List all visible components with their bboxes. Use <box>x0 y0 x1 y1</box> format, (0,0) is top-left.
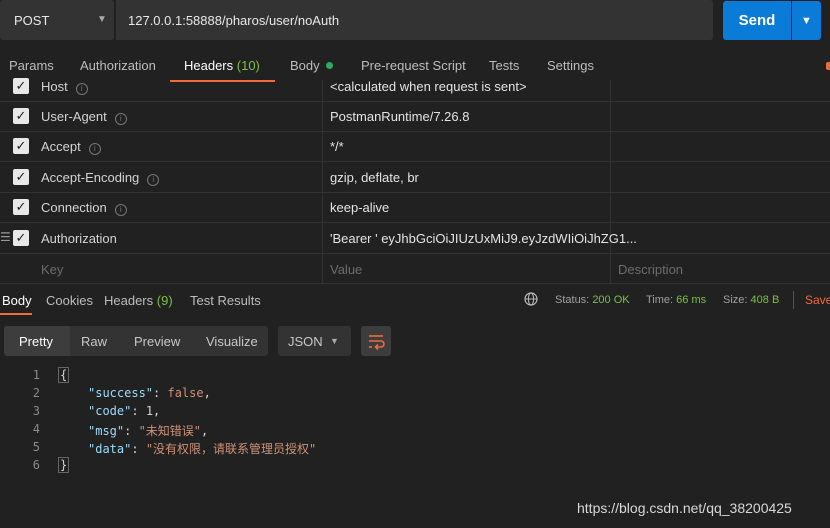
table-row: ✓ Host i <calculated when request is sent… <box>0 71 830 102</box>
chevron-down-icon: ▼ <box>330 336 339 346</box>
info-icon: i <box>88 143 101 155</box>
json-line: "code": 1, <box>88 404 161 418</box>
wrap-lines-icon <box>369 335 385 351</box>
chevron-down-icon: ▼ <box>801 14 812 27</box>
header-value: keep-alive <box>330 200 390 215</box>
format-label: JSON <box>288 333 323 349</box>
new-key-input[interactable]: Key <box>41 262 63 277</box>
json-line: "msg": "未知错误", <box>88 424 209 438</box>
info-icon: i <box>114 204 127 216</box>
header-key: Host i <box>41 79 88 95</box>
url-text: 127.0.0.1:58888/pharos/user/noAuth <box>128 12 340 28</box>
view-tab-pretty[interactable]: Pretty <box>19 334 53 349</box>
size-label: Size: <box>723 294 748 306</box>
response-tab-body[interactable]: Body <box>2 293 32 308</box>
header-value: PostmanRuntime/7.26.8 <box>330 109 470 124</box>
json-line: "success": false, <box>88 386 211 400</box>
table-row-new: Key Value Description <box>0 253 830 284</box>
size-info: Size: 408 B <box>723 294 779 306</box>
response-tab-test-results[interactable]: Test Results <box>190 293 261 308</box>
response-tab-cookies[interactable]: Cookies <box>46 293 93 308</box>
globe-icon[interactable] <box>524 292 538 306</box>
view-tab-raw[interactable]: Raw <box>81 334 107 349</box>
header-key: User-Agent i <box>41 109 127 125</box>
line-number: 6 <box>32 458 40 472</box>
size-value: 408 B <box>750 294 780 306</box>
time-value: 66 ms <box>676 294 707 306</box>
table-row: ✓ Accept i */* <box>0 131 830 162</box>
header-checkbox[interactable]: ✓ <box>13 199 29 215</box>
line-number: 1 <box>32 368 40 382</box>
wrap-lines-button[interactable] <box>361 326 391 356</box>
table-row: ✓ Accept-Encoding i gzip, deflate, br <box>0 162 830 193</box>
header-key: Accept i <box>41 139 101 155</box>
header-checkbox[interactable]: ✓ <box>13 138 29 154</box>
response-tab-headers[interactable]: Headers (9) <box>104 293 173 308</box>
time-label: Time: <box>646 294 674 306</box>
active-tab-indicator <box>0 313 32 315</box>
view-tab-preview[interactable]: Preview <box>134 334 180 349</box>
header-checkbox[interactable]: ✓ <box>13 169 29 185</box>
chevron-down-icon: ▼ <box>97 14 107 25</box>
status-value: 200 OK <box>592 294 630 306</box>
response-tab-headers-label: Headers <box>104 293 154 308</box>
header-value: */* <box>330 139 344 154</box>
header-key: Accept-Encoding i <box>41 170 160 186</box>
send-dropdown-button[interactable]: ▼ <box>792 1 821 40</box>
line-number: 5 <box>32 440 40 454</box>
table-row: ☰ ✓ Authorization 'Bearer ' eyJhbGciOiJI… <box>0 223 830 254</box>
json-open-brace: { <box>58 367 70 383</box>
view-tab-visualize[interactable]: Visualize <box>206 334 258 349</box>
response-tab-headers-count: (9) <box>156 293 173 308</box>
json-close-brace: } <box>58 457 70 473</box>
status-label: Status: <box>555 294 590 306</box>
header-value: 'Bearer ' eyJhbGciOiJIUzUxMiJ9.eyJzdWIiO… <box>330 231 637 246</box>
header-checkbox[interactable]: ✓ <box>13 230 29 246</box>
send-button[interactable]: Send <box>723 1 791 40</box>
new-description-input[interactable]: Description <box>618 262 683 277</box>
header-value: <calculated when request is sent> <box>330 79 527 94</box>
table-row: ✓ Connection i keep-alive <box>0 192 830 223</box>
divider <box>793 291 794 309</box>
time-info: Time: 66 ms <box>646 294 706 306</box>
status-info: Status: 200 OK <box>555 294 630 306</box>
header-value: gzip, deflate, br <box>330 170 419 185</box>
header-key: Connection i <box>41 200 127 216</box>
json-line: "data": "没有权限，请联系管理员授权" <box>88 442 317 456</box>
cookies-link-edge[interactable] <box>826 62 830 70</box>
info-icon: i <box>75 83 88 95</box>
format-select[interactable]: JSON ▼ <box>278 326 351 356</box>
header-key: Authorization <box>41 231 117 246</box>
save-response-button[interactable]: Save <box>805 293 830 307</box>
method-select[interactable]: POST ▼ <box>0 0 114 40</box>
drag-handle-icon[interactable]: ☰ <box>0 230 11 244</box>
table-row: ✓ User-Agent i PostmanRuntime/7.26.8 <box>0 101 830 132</box>
info-icon: i <box>147 174 160 186</box>
line-number: 4 <box>32 422 40 436</box>
url-input[interactable]: 127.0.0.1:58888/pharos/user/noAuth <box>116 0 713 40</box>
new-value-input[interactable]: Value <box>330 262 362 277</box>
watermark: https://blog.csdn.net/qq_38200425 <box>577 500 792 516</box>
info-icon: i <box>114 113 127 125</box>
method-label: POST <box>14 12 50 28</box>
header-checkbox[interactable]: ✓ <box>13 108 29 124</box>
header-checkbox[interactable]: ✓ <box>13 78 29 94</box>
line-number: 2 <box>32 386 40 400</box>
body-indicator-dot <box>325 62 333 69</box>
line-number: 3 <box>32 404 40 418</box>
